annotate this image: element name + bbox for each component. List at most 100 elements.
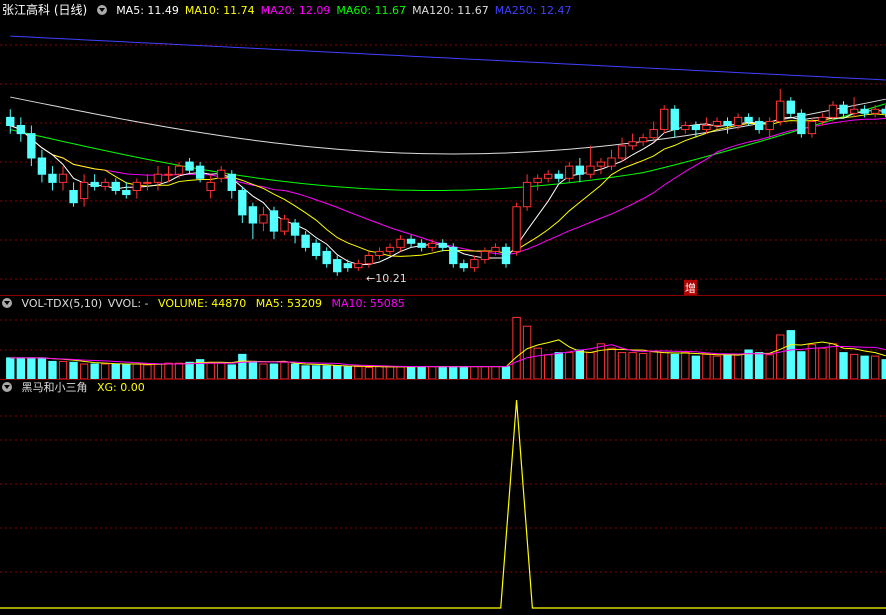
candle-body (343, 263, 352, 269)
candle-body (280, 218, 289, 232)
candle-body (143, 181, 152, 184)
volume-bar (132, 363, 142, 380)
volume-bar (660, 352, 669, 380)
volume-bar (6, 357, 15, 380)
candle-body (839, 104, 848, 114)
candle-body (48, 173, 57, 183)
volume-bar (185, 361, 194, 380)
volume-header: VOL-TDX(5,10) VVOL: - VOLUME: 44870 MA5:… (2, 296, 411, 312)
volume-bar (364, 367, 374, 380)
candle-body (807, 120, 817, 135)
volume-bar (16, 357, 26, 380)
volume-ma10: MA10: 55085 (331, 297, 405, 310)
volume-bar (311, 365, 321, 380)
candle-body (691, 125, 701, 131)
candle-body (449, 246, 458, 265)
volume-bar (269, 363, 279, 380)
volume-bar (333, 365, 342, 380)
volume-bar (607, 347, 616, 380)
candle-body (6, 116, 15, 126)
candle-body (744, 116, 753, 122)
candle-body (765, 120, 774, 131)
candle-body (269, 210, 279, 232)
candle-body (354, 263, 363, 269)
candle-body (849, 108, 859, 114)
candle-body (27, 133, 36, 159)
volume-bar (449, 366, 458, 380)
volume-bar (143, 364, 152, 380)
volume-bar (586, 352, 595, 380)
volume-bar (554, 352, 563, 380)
candle-body (153, 173, 163, 183)
ma-indicator-list: MA5: 11.49 MA10: 11.74 MA20: 12.09 MA60: 11… (116, 4, 577, 17)
candle-body (544, 173, 553, 179)
volume-bar (227, 364, 236, 380)
volume-bar (290, 363, 300, 380)
volume-bar (512, 316, 521, 380)
volume-bar (79, 363, 89, 380)
candle-body (828, 104, 838, 118)
candle-body (195, 165, 205, 179)
volume-bar (322, 365, 331, 380)
candle-body (660, 108, 669, 131)
volume-bar (881, 359, 886, 380)
candle-body (311, 242, 321, 256)
candle-body (248, 206, 258, 224)
indicator-dropdown-icon[interactable] (2, 382, 12, 392)
ma-indicator-0: MA5: 11.49 (116, 4, 179, 17)
volume-bar (27, 357, 36, 380)
volume-bar (617, 352, 627, 380)
volume-bar (723, 353, 732, 380)
candle-body (712, 120, 722, 126)
candlestick-chart[interactable] (0, 18, 886, 296)
candle-body (132, 181, 142, 191)
candle-body (174, 165, 184, 175)
volume-bar (438, 366, 447, 380)
candle-body (111, 181, 120, 191)
volume-chart[interactable] (0, 312, 886, 380)
volume-bar (649, 351, 658, 380)
volume-dropdown-icon[interactable] (2, 298, 12, 308)
candle-body (881, 108, 886, 114)
volume-bar (797, 351, 806, 380)
xg-value: XG: 0.00 (97, 381, 145, 394)
volume-indicator-name[interactable]: VOL-TDX(5,10) (22, 297, 103, 310)
volume-bar (301, 365, 310, 380)
volume-bar (691, 355, 701, 380)
volume-bar (248, 360, 258, 380)
main-header: 张江高科 (日线) MA5: 11.49 MA10: 11.74 MA20: 12.… (2, 2, 584, 18)
candle-body (681, 125, 690, 131)
volume-bar (111, 363, 120, 380)
indicator-name[interactable]: 黑马和小三角 (22, 381, 88, 394)
candle-body (238, 190, 247, 216)
candle-body (860, 108, 869, 114)
candle-body (290, 222, 300, 236)
candle-body (427, 242, 437, 248)
volume-bar (69, 361, 78, 380)
candle-body (596, 161, 606, 167)
low-price-annotation: ←10.21 (366, 272, 407, 285)
volume-bar (839, 352, 848, 380)
dropdown-icon[interactable] (96, 5, 107, 15)
volume-bar (860, 355, 869, 380)
candle-body (333, 259, 342, 273)
volume-ma10-line (10, 344, 886, 368)
volume-bar (280, 361, 289, 380)
candle-body (16, 125, 26, 135)
volume-bar (90, 363, 99, 380)
candle-body (565, 165, 574, 179)
indicator-chart[interactable] (0, 396, 886, 614)
volume-bar (385, 366, 395, 380)
volume-bar (174, 362, 184, 380)
volume-bar (343, 366, 352, 380)
volume-bar (786, 330, 795, 380)
volume-bar (628, 352, 637, 380)
stock-title[interactable]: 张江高科 (日线) (2, 3, 87, 17)
volume-bar (417, 366, 426, 380)
volume-bar (533, 347, 542, 380)
volume-bar (238, 353, 247, 380)
ma60-line (10, 103, 886, 192)
candle-body (301, 234, 310, 248)
candle-body (733, 116, 743, 126)
candle-body (37, 157, 47, 175)
